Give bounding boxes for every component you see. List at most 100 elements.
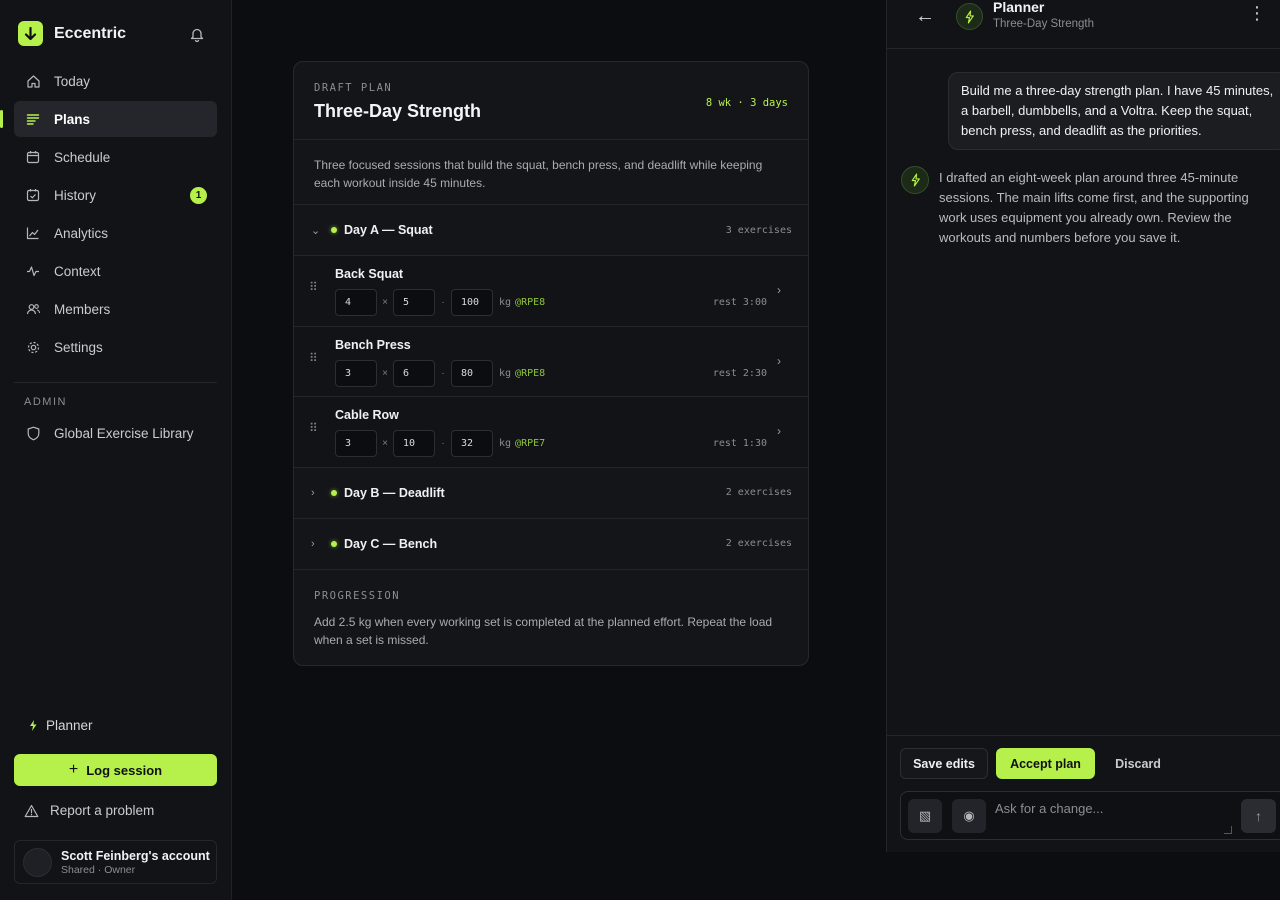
rest-time: rest 3:00 bbox=[712, 297, 767, 308]
times-symbol: × bbox=[382, 367, 388, 379]
day-row-b[interactable]: › Day B — Deadlift 2 exercises bbox=[294, 468, 808, 519]
warning-icon bbox=[24, 804, 39, 818]
bolt-icon bbox=[28, 719, 38, 732]
discard-button[interactable]: Discard bbox=[1103, 748, 1173, 779]
exercise-inputs: 3 × 10 · 32 kg @RPE7 bbox=[335, 430, 545, 457]
calendar-check-icon bbox=[25, 187, 41, 203]
chart-line-icon bbox=[25, 225, 41, 241]
bolt-icon bbox=[956, 3, 983, 30]
rest-time: rest 2:30 bbox=[712, 367, 767, 379]
bell-icon[interactable] bbox=[190, 27, 204, 47]
sets-input[interactable]: 4 bbox=[335, 289, 377, 316]
planner-chat-panel: ← Planner Three-Day Strength ⋮ Build me … bbox=[886, 0, 1280, 852]
sidebar-item-plans[interactable]: Plans bbox=[0, 101, 217, 137]
sidebar-item-global-exercise-library[interactable]: Global Exercise Library bbox=[14, 415, 217, 451]
load-input[interactable]: 80 bbox=[451, 359, 493, 387]
status-dot bbox=[331, 489, 337, 496]
account-switcher[interactable]: Scott Feinberg's account Shared · Owner bbox=[14, 840, 217, 884]
exercise-inputs: 3 × 6 · 80 kg @RPE8 bbox=[335, 359, 546, 387]
calendar-icon bbox=[25, 149, 41, 165]
send-arrow-icon[interactable]: ↑ bbox=[1241, 799, 1276, 833]
user-message: Build me a three-day strength plan. I ha… bbox=[948, 72, 1280, 150]
dot-separator: · bbox=[441, 367, 445, 379]
log-session-label: Log session bbox=[86, 762, 163, 778]
sidebar-item-analytics[interactable]: Analytics bbox=[14, 215, 217, 251]
pulse-icon bbox=[25, 263, 41, 279]
plan-card: DRAFT PLAN Three-Day Strength 8 wk · 3 d… bbox=[293, 61, 809, 666]
sidebar-item-today[interactable]: Today bbox=[14, 63, 217, 99]
report-problem-link[interactable]: Report a problem bbox=[24, 803, 154, 818]
account-role: Shared · Owner bbox=[61, 863, 136, 876]
reps-input[interactable]: 10 bbox=[393, 430, 435, 457]
day-row-a[interactable]: ⌄ Day A — Squat 3 exercises bbox=[294, 205, 808, 256]
chevron-right-icon[interactable]: › bbox=[777, 424, 781, 438]
sidebar-item-label: Analytics bbox=[54, 225, 109, 241]
brand[interactable]: Eccentric bbox=[18, 21, 126, 46]
sidebar-item-members[interactable]: Members bbox=[14, 291, 217, 327]
bolt-icon bbox=[901, 166, 929, 194]
progression-label: PROGRESSION bbox=[314, 589, 401, 602]
exercise-name: Cable Row bbox=[335, 408, 399, 422]
plus-icon: + bbox=[68, 761, 79, 778]
times-symbol: × bbox=[382, 438, 388, 449]
progression-text: Add 2.5 kg when every working set is com… bbox=[314, 614, 773, 647]
reps-input[interactable]: 5 bbox=[393, 289, 435, 316]
more-options-icon[interactable]: ⋮ bbox=[1248, 4, 1266, 22]
resize-handle-icon[interactable] bbox=[1224, 826, 1232, 834]
exercise-row-bench-press[interactable]: ⠿ Bench Press 3 × 6 · 80 kg @RPE8 rest 2… bbox=[294, 326, 808, 397]
brand-name: Eccentric bbox=[54, 24, 127, 42]
rest-time: rest 1:30 bbox=[712, 438, 767, 449]
planner-link[interactable]: Planner bbox=[28, 718, 93, 733]
day-name: Day C — Bench bbox=[344, 536, 438, 551]
chat-footer: Save edits Accept plan Discard ▧ ◉ Ask f… bbox=[887, 735, 1280, 852]
exercise-row-cable-row[interactable]: ⠿ Cable Row 3 × 10 · 32 kg @RPE7 rest 1:… bbox=[294, 397, 808, 468]
sidebar-item-context[interactable]: Context bbox=[14, 253, 217, 289]
chat-input[interactable]: Ask for a change... bbox=[995, 801, 1103, 816]
unit-label: kg bbox=[499, 367, 512, 379]
sidebar-item-settings[interactable]: Settings bbox=[14, 329, 217, 365]
history-count-badge: 1 bbox=[190, 187, 207, 204]
rpe-label: @RPE7 bbox=[515, 438, 546, 449]
list-icon bbox=[25, 111, 41, 127]
avatar bbox=[23, 847, 52, 877]
log-session-button[interactable]: + Log session bbox=[14, 754, 217, 786]
day-row-c[interactable]: › Day C — Bench 2 exercises bbox=[294, 519, 808, 570]
gear-icon bbox=[25, 339, 41, 355]
day-name: Day A — Squat bbox=[344, 223, 433, 237]
load-input[interactable]: 100 bbox=[451, 289, 493, 316]
sidebar-item-label: History bbox=[54, 187, 97, 203]
sidebar-item-label: Context bbox=[54, 263, 101, 279]
admin-section-label: ADMIN bbox=[24, 396, 67, 408]
image-upload-icon[interactable]: ▧ bbox=[908, 799, 942, 833]
chevron-right-icon[interactable]: › bbox=[777, 354, 781, 368]
sidebar-item-label: Global Exercise Library bbox=[54, 425, 194, 441]
sidebar-nav: Today Plans Schedule History 1 Analytics… bbox=[0, 63, 217, 367]
exercise-row-back-squat[interactable]: ⠿ Back Squat 4 × 5 · 100 kg @RPE8 rest 3… bbox=[294, 256, 808, 327]
plan-meta: 8 wk · 3 days bbox=[705, 97, 788, 109]
dot-separator: · bbox=[441, 438, 445, 449]
account-name: Scott Feinberg's account bbox=[61, 848, 210, 863]
users-icon bbox=[25, 301, 41, 317]
drag-handle-icon[interactable]: ⠿ bbox=[309, 422, 319, 434]
load-input[interactable]: 32 bbox=[451, 430, 493, 457]
back-arrow-icon[interactable]: ← bbox=[915, 5, 935, 28]
report-problem-label: Report a problem bbox=[50, 803, 155, 818]
sets-input[interactable]: 3 bbox=[335, 359, 377, 387]
accept-plan-button[interactable]: Accept plan bbox=[996, 748, 1095, 779]
chevron-right-icon[interactable]: › bbox=[777, 283, 781, 297]
sidebar-item-history[interactable]: History 1 bbox=[14, 177, 217, 213]
chevron-down-icon: ⌄ bbox=[311, 224, 321, 237]
drag-handle-icon[interactable]: ⠿ bbox=[309, 281, 319, 293]
reps-input[interactable]: 6 bbox=[393, 359, 435, 387]
rpe-label: @RPE8 bbox=[515, 297, 546, 308]
day-name: Day B — Deadlift bbox=[344, 485, 445, 500]
rpe-label: @RPE8 bbox=[515, 367, 546, 379]
exercise-name: Back Squat bbox=[335, 267, 404, 281]
save-edits-button[interactable]: Save edits bbox=[900, 748, 988, 779]
admin-nav: Global Exercise Library bbox=[14, 415, 217, 453]
drag-handle-icon[interactable]: ⠿ bbox=[309, 352, 319, 364]
sets-input[interactable]: 3 bbox=[335, 430, 377, 457]
microphone-icon[interactable]: ◉ bbox=[952, 799, 986, 833]
sidebar-item-schedule[interactable]: Schedule bbox=[14, 139, 217, 175]
assistant-message: I drafted an eight-week plan around thre… bbox=[939, 170, 1249, 245]
